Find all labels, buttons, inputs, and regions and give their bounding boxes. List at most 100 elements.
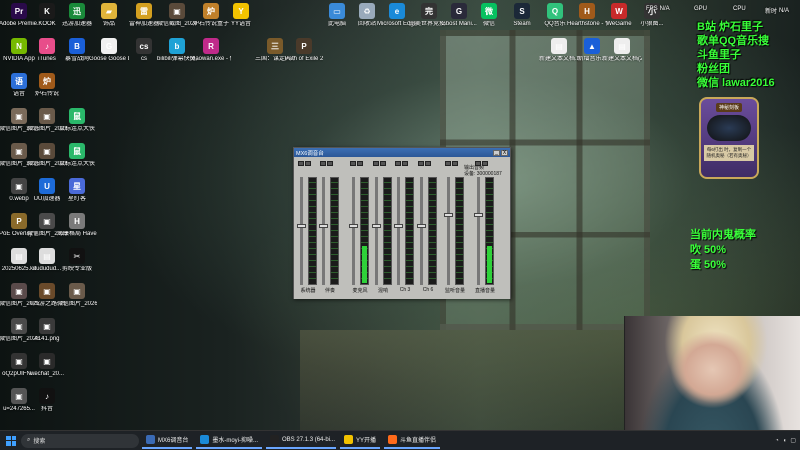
desktop-icon-label: 小狼图... — [640, 21, 664, 27]
network-icon[interactable]: ◔ — [775, 438, 779, 444]
desktop-icon[interactable]: ♪ 抖音 — [28, 388, 66, 424]
volume-icon[interactable]: ◖ — [783, 438, 787, 444]
fps-value: N/A — [659, 6, 670, 12]
yy-task-icon — [344, 435, 354, 444]
channel-label: 直播音量 — [474, 288, 495, 294]
app-icon: 星 — [69, 178, 85, 194]
fader-track — [352, 177, 355, 285]
wallpaper-floor — [300, 330, 630, 435]
mixer-window[interactable]: MX6调音台 _ X 输出音频 设备: 300000187 系统器 伴奏 麦克风 混响… — [293, 147, 511, 299]
desktop-icon[interactable]: ▣ wechat_20... — [28, 353, 66, 389]
folder-icon: ▰ — [101, 3, 117, 19]
fader-knob[interactable] — [319, 223, 328, 228]
fader-knob[interactable] — [297, 223, 306, 228]
taskbar-app-label: OBS 27.1.3 (64-bi... — [282, 436, 336, 443]
desktop-icon-label: 鼠标连点大侠 — [58, 126, 95, 132]
desktop-icon[interactable]: Y YY语音 — [222, 3, 260, 39]
desktop-icon[interactable]: Rxiaowan.exe - 快捷方式 — [191, 38, 231, 74]
desktop-icon-label: 语音 — [12, 91, 25, 97]
recycle-bin-icon: ♻ — [359, 3, 375, 19]
prob-line: 蛋 50% — [690, 259, 727, 271]
desktop-icon-label: wechat_20... — [29, 371, 65, 377]
fader-knob[interactable] — [444, 213, 453, 218]
desktop-icon[interactable]: ▣ 微信图片_2026022... — [57, 283, 97, 319]
xunyou-icon: 迅 — [69, 3, 85, 19]
close-button[interactable]: X — [501, 149, 508, 156]
fader-track — [322, 177, 325, 285]
fps-label: FPS — [646, 6, 658, 12]
image-icon: ▣ — [39, 108, 55, 124]
desktop-icon[interactable]: 星星盯客 — [58, 178, 96, 214]
taskbar-app[interactable]: YY开播 — [340, 433, 381, 449]
desktop-icon-label: WeGame — [606, 21, 632, 27]
fader-knob[interactable] — [474, 213, 483, 218]
webp-icon: ▣ — [11, 178, 27, 194]
taskbar-app[interactable]: 斗鱼直播伴侣 — [384, 433, 441, 449]
wegame-icon: W — [611, 3, 627, 19]
desktop-icon[interactable]: 鼠鼠标连点大侠 — [58, 108, 96, 144]
channel-switches[interactable] — [418, 161, 431, 166]
channel-switches[interactable] — [320, 161, 333, 166]
desktop-icon[interactable]: ✂ 剪映专业版 — [58, 248, 96, 284]
taskbar-search[interactable]: ⌕ 搜索 — [21, 433, 139, 448]
fader-knob[interactable] — [394, 223, 403, 228]
level-meter — [485, 177, 494, 285]
steam-icon: S — [514, 3, 530, 19]
desktop-icon[interactable]: ▤ 新建文本文档(2).txt — [602, 38, 642, 74]
desktop-icon[interactable]: P Path of Exile 2 — [285, 38, 323, 74]
desktop-icon-label: 新建文本文档(2).txt — [602, 56, 642, 62]
desktop-icon-label: cs — [141, 56, 147, 62]
image-icon: ▣ — [11, 388, 27, 404]
level-meter — [428, 177, 437, 285]
start-button[interactable] — [4, 434, 18, 448]
mixer-titlebar[interactable]: MX6调音台 _ X — [294, 148, 510, 157]
hearthstone-icon: H — [579, 3, 595, 19]
desktop-icon[interactable]: 鼠鼠标连点大侠 — [58, 143, 96, 179]
mixer-channel: 直播音量 — [474, 161, 496, 294]
taskbar-app-label: MX6调音台 — [158, 438, 189, 444]
overlay-line: 微信 lawar2016 — [697, 77, 775, 89]
channel-switches[interactable] — [475, 161, 488, 166]
desktop-icon-label: 微信图片_2026022... — [57, 301, 97, 307]
channel-switches[interactable] — [395, 161, 408, 166]
fader-knob[interactable] — [349, 223, 358, 228]
perfect-world-icon: 完 — [421, 3, 437, 19]
hearthstone-box-icon: 炉 — [203, 3, 219, 19]
channel-switches[interactable] — [373, 161, 386, 166]
taskbar-app[interactable]: 墨水-moyi-抑噪... — [196, 433, 263, 449]
cs-icon: cs — [136, 38, 152, 54]
fader-knob[interactable] — [372, 223, 381, 228]
channel-switches[interactable] — [445, 161, 458, 166]
minimize-button[interactable]: _ — [493, 149, 500, 156]
probability-overlay: 当前内鬼概率 吹 50% 蛋 50% — [690, 228, 756, 273]
taskbar-app[interactable]: MX6调音台 — [142, 433, 193, 449]
desktop-icon-label: QQ音乐 — [544, 21, 566, 27]
taskbar-app[interactable]: OBS 27.1.3 (64-bi... — [266, 433, 337, 449]
overlay-line: 歌单QQ音乐搜 — [697, 35, 770, 47]
desktop-icon[interactable]: ▣ 微信截图_2024071... — [157, 3, 197, 39]
level-meter — [383, 177, 392, 285]
desktop-icon[interactable]: 炉炉石传说 — [28, 73, 66, 109]
fader-knob[interactable] — [417, 223, 426, 228]
leishen-icon: 雷 — [136, 3, 152, 19]
mixer-channel: Ch 6 — [417, 161, 439, 293]
desktop-icon-label: 炉石传说 — [34, 91, 59, 97]
channel-switches[interactable] — [350, 161, 363, 166]
desktop-icon[interactable]: G Goose Goose Duck — [89, 38, 129, 74]
desktop-icon-label: 暴雪战网 — [64, 56, 89, 62]
image-icon: ▣ — [39, 318, 55, 334]
desktop-icon[interactable]: ▣ 4141.png — [28, 318, 66, 354]
search-icon: ⌕ — [27, 437, 31, 443]
desktop-icon-label: YY语音 — [230, 21, 251, 27]
image-icon: ▣ — [11, 108, 27, 124]
notification-icon[interactable]: ▢ — [790, 437, 796, 444]
desktop-icon[interactable]: ▰ 饰品 — [90, 3, 128, 39]
text-file-icon: ▤ — [614, 38, 630, 54]
channel-label: Ch 6 — [422, 287, 434, 293]
desktop-icon[interactable]: H 海康格局 Havendock — [57, 213, 97, 249]
app-icon: ▲ — [584, 38, 600, 54]
obs-task-icon — [270, 435, 280, 444]
overlay-line: 粉丝团 — [697, 63, 730, 75]
mixer-channel: 伴奏 — [319, 161, 341, 294]
channel-switches[interactable] — [298, 161, 311, 166]
